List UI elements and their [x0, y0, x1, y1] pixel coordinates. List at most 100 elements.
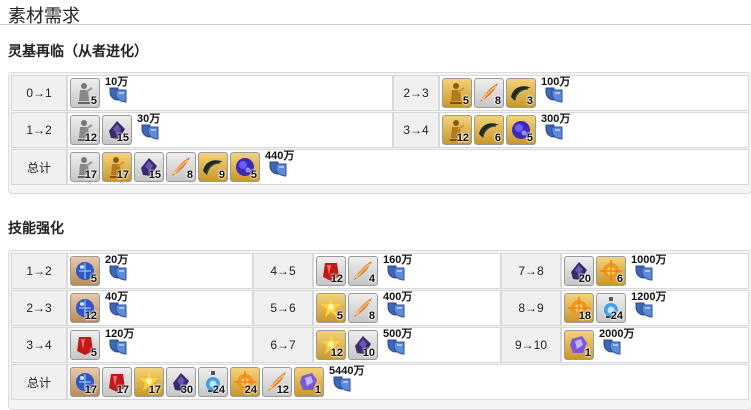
total-text: 总计 [26, 375, 51, 390]
material-count: 24 [610, 310, 623, 322]
heart-of-foreign-god-icon[interactable]: 5 [230, 152, 260, 182]
heart-of-foreign-god-icon[interactable]: 5 [506, 115, 536, 145]
material-cell: 5 8 3 100万 [439, 75, 749, 111]
material-list: 12 6 5 300万 [442, 113, 570, 145]
material-count: 10 [362, 347, 375, 359]
qp-icon: 30万 [134, 113, 164, 145]
material-count: 20 [578, 273, 591, 285]
red-gem-icon[interactable]: 12 [316, 256, 346, 286]
void-dust-icon[interactable]: 15 [134, 152, 164, 182]
qp-icon: 10万 [102, 76, 132, 108]
blue-gem-icon[interactable]: 5 [70, 256, 100, 286]
void-dust-icon[interactable]: 10 [348, 330, 378, 360]
qp-amount: 1200万 [631, 291, 667, 303]
phoenix-feather-icon[interactable]: 8 [474, 78, 504, 108]
stage-text: 6→7 [270, 338, 296, 352]
gold-piece-icon[interactable]: 17 [134, 367, 164, 397]
gold-statue-icon[interactable]: 12 [442, 115, 472, 145]
material-list: 12 40万 [70, 291, 134, 323]
red-gem-icon[interactable]: 5 [70, 330, 100, 360]
qp-icon: 40万 [102, 291, 132, 323]
gold-statue-icon[interactable]: 17 [102, 152, 132, 182]
material-count: 17 [84, 169, 97, 181]
material-count: 5 [250, 169, 257, 181]
stage-label: 0→1 [11, 75, 67, 111]
star-shard-icon[interactable]: 6 [596, 256, 626, 286]
material-list: 12 15 30万 [70, 113, 166, 145]
material-cell: 18 24 1200万 [561, 290, 749, 326]
qp-amount: 1000万 [631, 254, 667, 266]
stage-text: 3→4 [403, 123, 429, 137]
stage-label: 6→7 [253, 327, 313, 363]
phoenix-feather-icon[interactable]: 8 [348, 293, 378, 323]
crystal-icon[interactable]: 1 [564, 330, 594, 360]
stage-text: 7→8 [518, 264, 544, 278]
material-count: 5 [90, 273, 97, 285]
silver-statue-icon[interactable]: 12 [70, 115, 100, 145]
qp-amount: 400万 [383, 291, 413, 303]
blue-gem-icon[interactable]: 17 [70, 367, 100, 397]
material-cell: 12 6 5 300万 [439, 112, 749, 148]
void-dust-icon[interactable]: 30 [166, 367, 196, 397]
ghost-lantern-icon[interactable]: 24 [198, 367, 228, 397]
stage-label: 4→5 [253, 253, 313, 289]
stage-label: 3→4 [393, 112, 439, 148]
material-cell: 5 8 400万 [313, 290, 501, 326]
material-count: 15 [116, 132, 129, 144]
silver-statue-icon[interactable]: 17 [70, 152, 100, 182]
stage-text: 2→3 [26, 301, 52, 315]
qp-amount: 10万 [105, 76, 129, 88]
silver-statue-icon[interactable]: 5 [70, 78, 100, 108]
dragon-fang-icon[interactable]: 3 [506, 78, 536, 108]
material-count: 17 [84, 384, 97, 396]
total-material-cell: 17 17 17 30 24 24 12 1 5440万 [67, 364, 749, 400]
stage-text: 2→3 [403, 86, 429, 100]
qp-icon: 1000万 [628, 254, 666, 286]
qp-icon: 300万 [538, 113, 570, 145]
qp-icon: 100万 [538, 76, 570, 108]
gold-statue-icon[interactable]: 5 [442, 78, 472, 108]
material-count: 12 [276, 384, 289, 396]
material-list: 1 2000万 [564, 328, 634, 360]
dragon-fang-icon[interactable]: 9 [198, 152, 228, 182]
material-list: 20 6 1000万 [564, 254, 666, 286]
stage-label: 1→2 [11, 112, 67, 148]
skills-table: 1→2 5 20万 4→5 12 4 160万 7→8 20 6 1000万 2→3 12 40万… [8, 250, 751, 410]
void-dust-icon[interactable]: 20 [564, 256, 594, 286]
phoenix-feather-icon[interactable]: 12 [262, 367, 292, 397]
stage-label: 2→3 [11, 290, 67, 326]
star-shard-icon[interactable]: 18 [564, 293, 594, 323]
gold-piece-icon[interactable]: 12 [316, 330, 346, 360]
blue-gem-icon[interactable]: 12 [70, 293, 100, 323]
stage-text: 9→10 [514, 338, 548, 352]
phoenix-feather-icon[interactable]: 4 [348, 256, 378, 286]
qp-icon: 20万 [102, 254, 132, 286]
qp-amount: 40万 [105, 291, 129, 303]
total-label: 总计 [11, 149, 67, 185]
material-list: 5 8 400万 [316, 291, 413, 323]
material-count: 17 [148, 384, 161, 396]
material-count: 24 [212, 384, 225, 396]
total-text: 总计 [26, 160, 51, 175]
crystal-icon[interactable]: 1 [294, 367, 324, 397]
red-gem-icon[interactable]: 17 [102, 367, 132, 397]
material-count: 5 [90, 347, 97, 359]
material-list: 5 8 3 100万 [442, 76, 570, 108]
void-dust-icon[interactable]: 15 [102, 115, 132, 145]
qp-icon: 440万 [262, 150, 294, 182]
phoenix-feather-icon[interactable]: 8 [166, 152, 196, 182]
total-material-cell: 17 17 15 8 9 5 440万 [67, 149, 749, 185]
ghost-lantern-icon[interactable]: 24 [596, 293, 626, 323]
gold-piece-icon[interactable]: 5 [316, 293, 346, 323]
qp-icon: 2000万 [596, 328, 634, 360]
material-count: 4 [368, 273, 375, 285]
skills-heading: 技能强化 [8, 220, 64, 236]
material-cell: 12 4 160万 [313, 253, 501, 289]
stage-label: 3→4 [11, 327, 67, 363]
dragon-fang-icon[interactable]: 6 [474, 115, 504, 145]
star-shard-icon[interactable]: 24 [230, 367, 260, 397]
stage-text: 0→1 [26, 86, 52, 100]
material-count: 3 [526, 95, 533, 107]
material-count: 24 [244, 384, 257, 396]
material-count: 6 [616, 273, 623, 285]
